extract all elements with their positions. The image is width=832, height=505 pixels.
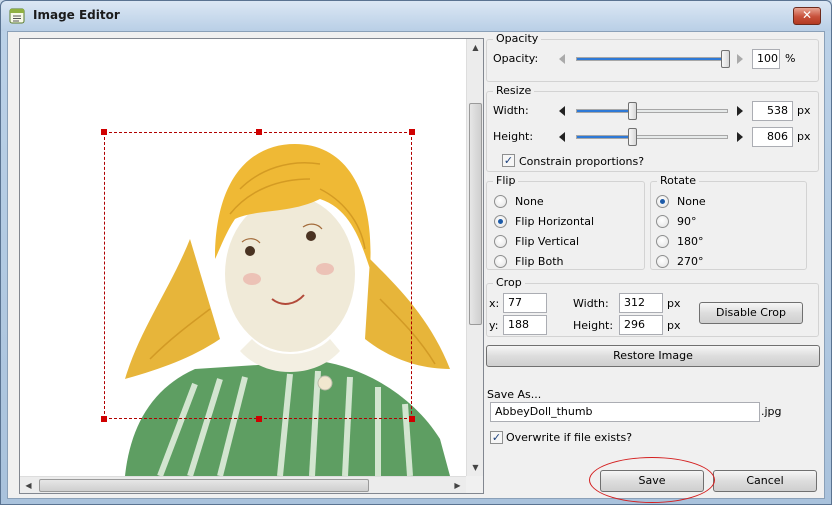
overwrite-checkbox[interactable]: ✓ [490, 431, 503, 444]
opacity-increase-icon[interactable] [737, 54, 743, 64]
crop-height-input[interactable]: 296 [619, 315, 663, 335]
filename-input[interactable]: AbbeyDoll_thumb [490, 402, 760, 422]
rotate-legend: Rotate [657, 174, 700, 187]
crop-handle-s[interactable] [256, 416, 262, 422]
crop-width-unit: px [667, 297, 681, 310]
constrain-checkbox[interactable]: ✓ [502, 154, 515, 167]
opacity-slider-thumb[interactable] [721, 50, 730, 68]
editor-client-area: ▲ ▼ ◀ ▶ Opacity Opacity: 100 % Resize Wi… [7, 31, 825, 503]
cancel-button[interactable]: Cancel [713, 470, 817, 492]
resize-group: Resize Width: 538 px Height: 806 px ✓ Co… [486, 84, 819, 172]
rotate-180-label: 180° [677, 235, 704, 248]
crop-group: Crop x: 77 y: 188 Width: 312 px Height: … [486, 276, 819, 337]
width-input[interactable]: 538 [752, 101, 793, 121]
height-increase-icon[interactable] [737, 132, 743, 142]
editor-app-icon [9, 8, 25, 24]
scroll-down-icon[interactable]: ▼ [467, 459, 483, 476]
vertical-scrollbar[interactable]: ▲ ▼ [466, 39, 483, 476]
flip-none-label: None [515, 195, 544, 208]
height-slider-track[interactable] [576, 135, 728, 139]
height-input[interactable]: 806 [752, 127, 793, 147]
width-increase-icon[interactable] [737, 106, 743, 116]
crop-selection[interactable] [101, 129, 415, 422]
crop-width-label: Width: [573, 297, 609, 310]
width-unit: px [797, 104, 811, 117]
flip-vertical-label: Flip Vertical [515, 235, 580, 248]
rotate-270-label: 270° [677, 255, 704, 268]
flip-horizontal-label: Flip Horizontal [515, 215, 595, 228]
flip-none-radio[interactable] [494, 195, 507, 208]
opacity-input[interactable]: 100 [752, 49, 780, 69]
crop-y-label: y: [489, 319, 499, 332]
flip-both-radio[interactable] [494, 255, 507, 268]
image-viewer: ▲ ▼ ◀ ▶ [19, 38, 484, 494]
close-button[interactable]: ✕ [793, 7, 821, 25]
scroll-up-icon[interactable]: ▲ [467, 39, 483, 56]
crop-height-unit: px [667, 319, 681, 332]
width-slider-track[interactable] [576, 109, 728, 113]
opacity-decrease-icon[interactable] [559, 54, 565, 64]
opacity-legend: Opacity [493, 32, 542, 45]
constrain-label: Constrain proportions? [519, 155, 645, 168]
flip-horizontal-radio[interactable] [494, 215, 507, 228]
width-decrease-icon[interactable] [559, 106, 565, 116]
crop-x-label: x: [489, 297, 500, 310]
width-slider-fill [577, 110, 633, 112]
crop-handle-nw[interactable] [101, 129, 107, 135]
title-bar[interactable]: Image Editor ✕ [1, 1, 831, 31]
crop-legend: Crop [493, 276, 525, 289]
rotate-180-radio[interactable] [656, 235, 669, 248]
flip-both-label: Flip Both [515, 255, 564, 268]
resize-legend: Resize [493, 84, 535, 97]
crop-handle-se[interactable] [409, 416, 415, 422]
overwrite-label: Overwrite if file exists? [506, 431, 633, 444]
crop-width-input[interactable]: 312 [619, 293, 663, 313]
restore-image-button[interactable]: Restore Image [486, 345, 820, 367]
close-icon: ✕ [801, 8, 813, 22]
rotate-90-radio[interactable] [656, 215, 669, 228]
vertical-scroll-thumb[interactable] [469, 103, 482, 325]
opacity-unit: % [785, 52, 796, 65]
crop-y-input[interactable]: 188 [503, 315, 547, 335]
crop-x-input[interactable]: 77 [503, 293, 547, 313]
crop-handle-ne[interactable] [409, 129, 415, 135]
width-label: Width: [493, 104, 529, 117]
opacity-label: Opacity: [493, 52, 539, 65]
save-highlight-annotation [589, 457, 715, 503]
crop-handle-sw[interactable] [101, 416, 107, 422]
height-label: Height: [493, 130, 534, 143]
flip-legend: Flip [493, 174, 519, 187]
scroll-right-icon[interactable]: ▶ [449, 477, 466, 493]
rotate-group: Rotate None 90° 180° 270° [650, 174, 807, 270]
scroll-left-icon[interactable]: ◀ [20, 477, 37, 493]
height-unit: px [797, 130, 811, 143]
file-extension: .jpg [761, 405, 782, 418]
flip-vertical-radio[interactable] [494, 235, 507, 248]
window-title: Image Editor [33, 8, 120, 22]
rotate-none-radio[interactable] [656, 195, 669, 208]
opacity-group: Opacity Opacity: 100 % [486, 32, 819, 82]
opacity-slider-fill [577, 58, 727, 60]
rotate-90-label: 90° [677, 215, 697, 228]
height-slider-fill [577, 136, 633, 138]
rotate-270-radio[interactable] [656, 255, 669, 268]
crop-handle-n[interactable] [256, 129, 262, 135]
horizontal-scroll-thumb[interactable] [39, 479, 369, 492]
opacity-slider-track[interactable] [576, 57, 728, 61]
scroll-corner [466, 476, 483, 493]
flip-group: Flip None Flip Horizontal Flip Vertical … [486, 174, 645, 270]
save-as-label: Save As... [487, 388, 542, 401]
height-decrease-icon[interactable] [559, 132, 565, 142]
disable-crop-button[interactable]: Disable Crop [699, 302, 803, 324]
horizontal-scrollbar[interactable]: ◀ ▶ [20, 476, 466, 493]
width-slider-thumb[interactable] [628, 102, 637, 120]
image-editor-window: Image Editor ✕ ▲ ▼ ◀ ▶ Opacity Opacity: … [0, 0, 832, 505]
height-slider-thumb[interactable] [628, 128, 637, 146]
image-canvas[interactable] [20, 39, 466, 476]
crop-height-label: Height: [573, 319, 614, 332]
rotate-none-label: None [677, 195, 706, 208]
